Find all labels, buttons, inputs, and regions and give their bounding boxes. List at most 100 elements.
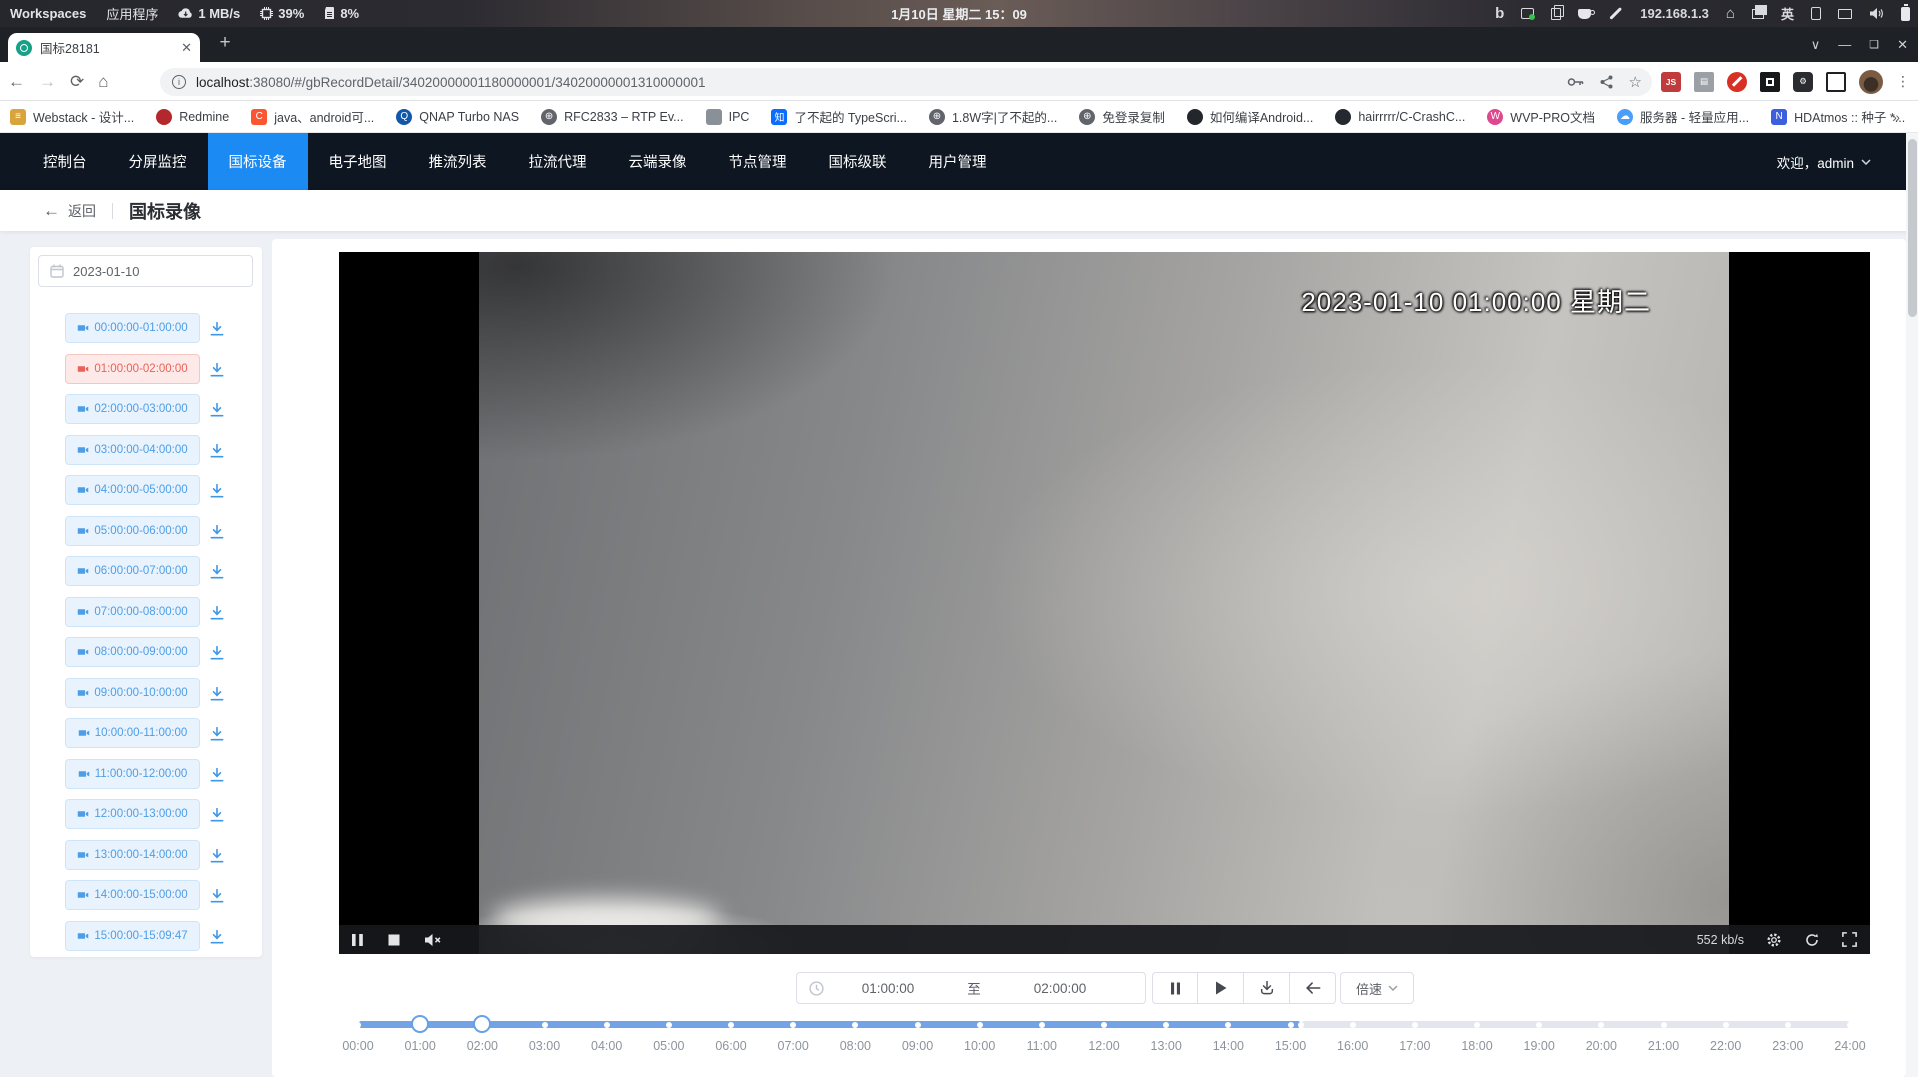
battery-tray-icon[interactable]	[1901, 7, 1910, 21]
timeline-available-track[interactable]	[358, 1021, 1301, 1028]
new-tab-button[interactable]: +	[212, 30, 238, 56]
step-back-button[interactable]	[1290, 972, 1336, 1004]
nav-item-1[interactable]: 控制台	[22, 133, 108, 190]
stop-icon[interactable]	[388, 934, 400, 946]
fullscreen-icon[interactable]	[1842, 932, 1857, 947]
download-record-button[interactable]	[209, 684, 229, 704]
bookmark-item[interactable]: NHDAtmos :: 种子 *...	[1771, 107, 1905, 126]
user-menu[interactable]: 欢迎，admin	[1777, 133, 1871, 190]
bookmark-star-icon[interactable]: ☆	[1629, 73, 1642, 91]
record-segment-button[interactable]: 10:00:00-11:00:00	[65, 718, 200, 748]
bookmark-item[interactable]: ⊕免登录复制	[1079, 107, 1165, 126]
download-record-button[interactable]	[209, 522, 229, 542]
bookmark-item[interactable]: ≡Webstack - 设计...	[10, 107, 134, 126]
bookmark-item[interactable]: WWVP-PRO文档	[1487, 107, 1595, 126]
forward-nav-icon[interactable]: →	[39, 72, 56, 92]
download-record-button[interactable]	[209, 724, 229, 744]
nav-item-2[interactable]: 分屏监控	[108, 133, 208, 190]
download-record-button[interactable]	[209, 562, 229, 582]
bookmark-item[interactable]: 知了不起的 TypeScri...	[771, 107, 907, 126]
download-record-button[interactable]	[209, 643, 229, 663]
video-player[interactable]: 2023-01-10 01:00:00 星期二 552 kb/s	[339, 252, 1870, 954]
record-segment-button[interactable]: 03:00:00-04:00:00	[65, 435, 200, 465]
download-button[interactable]	[1244, 972, 1290, 1004]
password-key-icon[interactable]	[1567, 76, 1584, 88]
bookmark-item[interactable]: Cjava、android可...	[251, 107, 374, 126]
share-icon[interactable]	[1600, 75, 1613, 89]
download-record-button[interactable]	[209, 805, 229, 825]
blocker-extension-icon[interactable]	[1727, 72, 1747, 92]
bookmark-item[interactable]: QQNAP Turbo NAS	[396, 109, 519, 125]
download-record-button[interactable]	[209, 886, 229, 906]
window-menu-icon[interactable]: ∨	[1811, 37, 1821, 53]
browser-menu-icon[interactable]: ⋮	[1896, 73, 1910, 90]
download-record-button[interactable]	[209, 927, 229, 947]
bookmark-item[interactable]: ⊕RFC2833 – RTP Ev...	[541, 109, 684, 125]
download-record-button[interactable]	[209, 603, 229, 623]
bookmark-item[interactable]: IPC	[706, 109, 750, 125]
pause-button[interactable]	[1152, 972, 1198, 1004]
bookmarks-overflow-icon[interactable]: »	[1892, 109, 1900, 125]
play-button[interactable]	[1198, 972, 1244, 1004]
tab-close-icon[interactable]: ✕	[181, 40, 192, 56]
volume-tray-icon[interactable]	[1869, 7, 1884, 20]
profile-avatar[interactable]	[1859, 70, 1883, 94]
ip-address-indicator[interactable]: 192.168.1.3	[1640, 6, 1709, 21]
display-tray-icon[interactable]	[1838, 9, 1852, 19]
bookmark-item[interactable]: Redmine	[156, 109, 229, 125]
download-record-button[interactable]	[209, 441, 229, 461]
puzzle-extensions-icon[interactable]: ⚙	[1793, 72, 1813, 92]
nav-item-7[interactable]: 云端录像	[608, 133, 708, 190]
bookmark-item[interactable]: hairrrrr/C-CrashC...	[1335, 109, 1465, 125]
record-segment-button[interactable]: 02:00:00-03:00:00	[65, 394, 200, 424]
pen-tray-icon[interactable]	[1610, 7, 1622, 19]
bookmark-item[interactable]: ☁服务器 - 轻量应用...	[1617, 107, 1749, 126]
volume-muted-icon[interactable]	[424, 933, 442, 947]
bookmark-item[interactable]: ⊕1.8W字|了不起的...	[929, 107, 1057, 126]
record-segment-button[interactable]: 00:00:00-01:00:00	[65, 313, 200, 343]
record-segment-button[interactable]: 13:00:00-14:00:00	[65, 840, 200, 870]
back-nav-icon[interactable]: ←	[8, 72, 25, 92]
download-record-button[interactable]	[209, 481, 229, 501]
download-record-button[interactable]	[209, 765, 229, 785]
address-bar[interactable]: i localhost:38080/#/gbRecordDetail/34020…	[160, 68, 1652, 96]
nav-item-6[interactable]: 拉流代理	[508, 133, 608, 190]
download-record-button[interactable]	[209, 846, 229, 866]
record-segment-button[interactable]: 05:00:00-06:00:00	[65, 516, 200, 546]
time-range-picker[interactable]: 01:00:00 至 02:00:00	[796, 972, 1146, 1004]
record-segment-button[interactable]: 07:00:00-08:00:00	[65, 597, 200, 627]
scrollbar-thumb[interactable]	[1908, 139, 1917, 317]
record-segment-button[interactable]: 15:00:00-15:09:47	[65, 921, 200, 951]
clipboard-tray-icon[interactable]	[1551, 8, 1561, 20]
phone-link-tray-icon[interactable]	[1811, 7, 1821, 20]
bing-tray-icon[interactable]: b	[1495, 5, 1504, 22]
end-time-input[interactable]: 02:00:00	[996, 981, 1124, 996]
download-record-button[interactable]	[209, 400, 229, 420]
browser-home-icon[interactable]: ⌂	[98, 72, 108, 92]
home-tray-icon[interactable]: ⌂	[1726, 5, 1735, 22]
printer-extension-icon[interactable]: ▤	[1694, 72, 1714, 92]
windows-tray-icon[interactable]	[1752, 9, 1764, 19]
download-record-button[interactable]	[209, 319, 229, 339]
settings-gear-icon[interactable]	[1766, 932, 1782, 948]
bookmark-item[interactable]: 如何编译Android...	[1187, 107, 1314, 126]
back-button[interactable]: 返回	[68, 201, 96, 221]
record-segment-button[interactable]: 01:00:00-02:00:00	[65, 354, 200, 384]
site-info-icon[interactable]: i	[172, 75, 186, 89]
caffeine-tray-icon[interactable]	[1578, 9, 1591, 19]
record-segment-button[interactable]: 14:00:00-15:00:00	[65, 880, 200, 910]
nav-item-10[interactable]: 用户管理	[908, 133, 1008, 190]
window-minimize-icon[interactable]: —	[1838, 37, 1851, 52]
js-extension-icon[interactable]: JS	[1661, 72, 1681, 92]
screenshot-app-tray-icon[interactable]	[1521, 8, 1534, 19]
back-arrow-icon[interactable]: ←	[43, 201, 60, 221]
record-segment-button[interactable]: 09:00:00-10:00:00	[65, 678, 200, 708]
record-segment-button[interactable]: 08:00:00-09:00:00	[65, 637, 200, 667]
record-segment-button[interactable]: 04:00:00-05:00:00	[65, 475, 200, 505]
download-record-button[interactable]	[209, 360, 229, 380]
window-close-icon[interactable]: ✕	[1897, 37, 1908, 53]
speed-dropdown[interactable]: 倍速	[1340, 972, 1414, 1004]
record-segment-button[interactable]: 12:00:00-13:00:00	[65, 799, 200, 829]
browser-tab[interactable]: 国标28181 ✕	[8, 33, 200, 62]
nav-item-3[interactable]: 国标设备	[208, 133, 308, 190]
